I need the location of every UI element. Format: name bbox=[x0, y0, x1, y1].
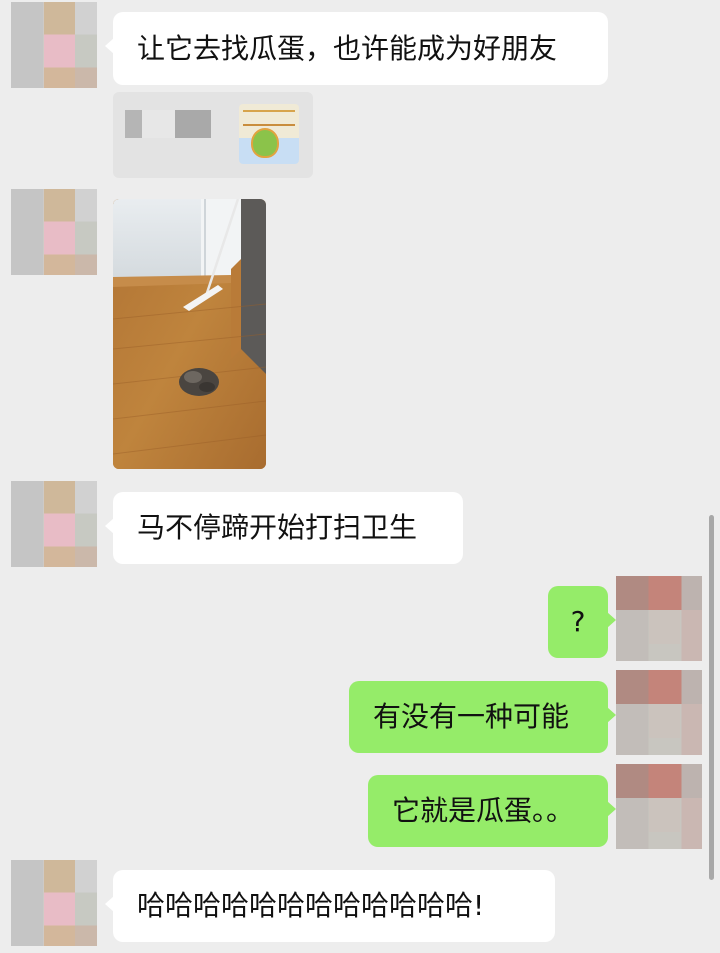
self-avatar[interactable] bbox=[616, 670, 702, 755]
message-bubble-outgoing[interactable]: ? bbox=[548, 586, 616, 658]
message-text: 它就是瓜蛋。。 bbox=[392, 794, 575, 827]
link-card-thumbnail bbox=[239, 104, 299, 164]
link-card-blurred-text bbox=[125, 110, 211, 138]
contact-avatar[interactable] bbox=[11, 189, 97, 275]
contact-avatar[interactable] bbox=[11, 2, 97, 88]
link-card-message[interactable] bbox=[113, 92, 313, 178]
message-text: 马不停蹄开始打扫卫生 bbox=[137, 511, 418, 544]
message-bubble-incoming[interactable]: 哈哈哈哈哈哈哈哈哈哈哈哈! bbox=[105, 870, 555, 942]
contact-avatar[interactable] bbox=[11, 481, 97, 567]
message-bubble-incoming[interactable]: 马不停蹄开始打扫卫生 bbox=[105, 492, 463, 564]
message-text: ? bbox=[570, 605, 586, 638]
scrollbar[interactable] bbox=[709, 515, 714, 880]
message-bubble-incoming[interactable]: 让它去找瓜蛋，也许能成为好朋友 bbox=[105, 12, 608, 85]
message-bubble-outgoing[interactable]: 有没有一种可能 bbox=[349, 681, 616, 753]
message-bubble-outgoing[interactable]: 它就是瓜蛋。。 bbox=[368, 775, 616, 847]
contact-avatar[interactable] bbox=[11, 860, 97, 946]
image-message[interactable] bbox=[113, 199, 266, 469]
self-avatar[interactable] bbox=[616, 764, 702, 849]
floor-photo bbox=[113, 199, 266, 469]
message-text: 有没有一种可能 bbox=[373, 700, 570, 733]
message-text: 哈哈哈哈哈哈哈哈哈哈哈哈! bbox=[137, 889, 485, 922]
self-avatar[interactable] bbox=[616, 576, 702, 661]
message-text: 让它去找瓜蛋，也许能成为好朋友 bbox=[137, 31, 558, 65]
